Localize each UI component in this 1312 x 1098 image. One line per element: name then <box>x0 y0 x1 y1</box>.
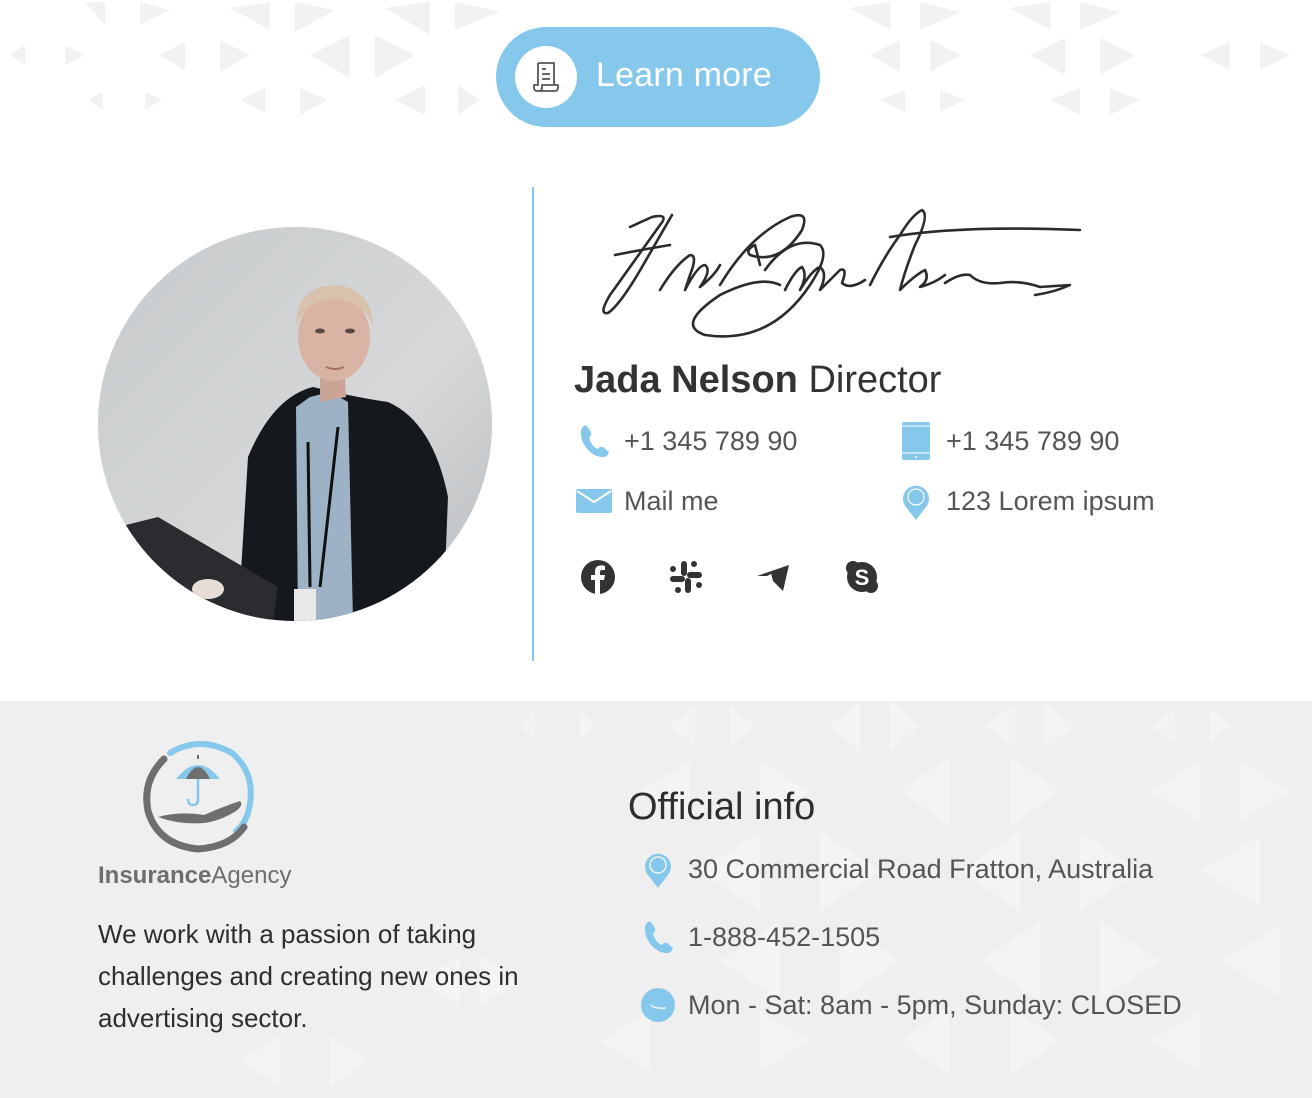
clock-icon <box>640 985 676 1025</box>
signature-image <box>602 208 1082 338</box>
logo-text-regular: Agency <box>211 862 292 889</box>
location-pin-icon <box>898 481 934 521</box>
contact-address-value: 123 Lorem ipsum <box>946 486 1155 516</box>
vertical-divider <box>532 187 534 661</box>
skype-icon: S <box>846 561 878 593</box>
contact-mobile[interactable]: +1 345 789 90 <box>898 421 1119 461</box>
document-scroll-icon <box>515 46 577 108</box>
phone-icon <box>640 917 676 957</box>
telegram-link[interactable] <box>754 558 792 596</box>
person-title: Director <box>808 359 942 401</box>
name-and-title: Jada Nelson Director <box>574 358 941 402</box>
slack-link[interactable] <box>667 558 705 596</box>
official-phone-value: 1-888-452-1505 <box>688 922 881 952</box>
contact-phone-value: +1 345 789 90 <box>624 426 798 456</box>
signature-card: Learn more Jada Nelson Director +1 345 7… <box>0 0 1312 701</box>
location-pin-icon <box>640 849 676 889</box>
official-info-heading: Official info <box>628 786 816 828</box>
telegram-icon <box>757 565 789 591</box>
svg-text:S: S <box>855 565 870 590</box>
phone-icon <box>576 421 612 461</box>
facebook-icon <box>581 560 615 595</box>
contact-email-value: Mail me <box>624 486 719 516</box>
official-hours: Mon - Sat: 8am - 5pm, Sunday: CLOSED <box>640 985 1182 1025</box>
official-phone[interactable]: 1-888-452-1505 <box>640 917 880 957</box>
official-address-value: 30 Commercial Road Fratton, Australia <box>688 854 1154 884</box>
logo-text-bold: Insurance <box>98 862 212 889</box>
company-description: We work with a passion of taking challen… <box>98 919 519 1033</box>
facebook-link[interactable] <box>579 558 617 596</box>
skype-link[interactable]: S <box>843 558 881 596</box>
contact-address[interactable]: 123 Lorem ipsum <box>898 481 1155 521</box>
person-name: Jada Nelson <box>574 359 798 401</box>
company-footer: InsuranceAgency We work with a passion o… <box>0 701 1312 1098</box>
company-logo-text: InsuranceAgency <box>98 861 291 891</box>
official-address: 30 Commercial Road Fratton, Australia <box>640 849 1153 889</box>
official-hours-value: Mon - Sat: 8am - 5pm, Sunday: CLOSED <box>688 990 1182 1020</box>
contact-mobile-value: +1 345 789 90 <box>946 426 1120 456</box>
contact-phone[interactable]: +1 345 789 90 <box>576 421 797 461</box>
contact-email[interactable]: Mail me <box>576 481 719 521</box>
profile-photo <box>98 227 492 621</box>
tablet-icon <box>898 421 934 461</box>
learn-more-label: Learn more <box>596 56 772 94</box>
learn-more-button[interactable]: Learn more <box>496 27 820 127</box>
company-logo <box>143 741 254 853</box>
mail-icon <box>576 481 612 521</box>
slack-icon <box>670 561 702 593</box>
